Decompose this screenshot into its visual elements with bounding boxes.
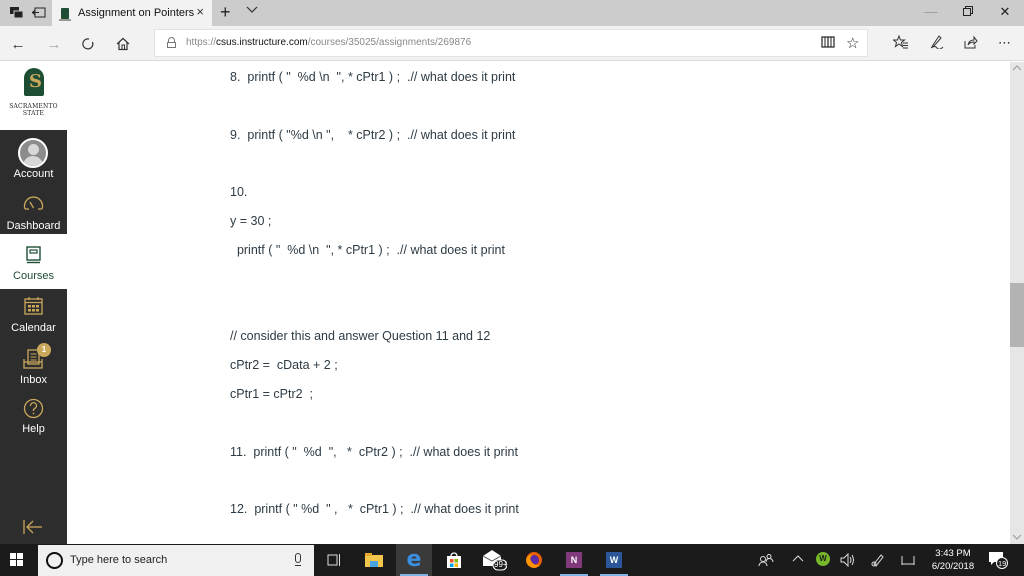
sidebar-item-account[interactable]: Account <box>0 132 67 184</box>
address-bar[interactable]: https://csus.instructure.com/courses/350… <box>154 29 868 57</box>
mail-icon[interactable]: 99+ <box>476 544 512 576</box>
calendar-icon <box>24 297 43 315</box>
back-button[interactable]: ← <box>8 34 28 54</box>
reading-view-icon[interactable] <box>821 35 835 52</box>
site-favicon <box>59 7 71 21</box>
sidebar-item-inbox[interactable]: 1 Inbox <box>0 342 67 394</box>
avatar <box>18 138 48 168</box>
sac-state-logo[interactable]: S SACRAMENTO STATE <box>0 62 67 130</box>
close-window-button[interactable]: ✕ <box>995 4 1015 20</box>
action-center-icon[interactable]: 19 <box>988 551 1008 569</box>
sidebar-item-label: Help <box>22 423 45 435</box>
tab-close-icon[interactable]: × <box>196 4 204 19</box>
start-windows-icon[interactable] <box>10 553 24 567</box>
question-10-number: 10. <box>230 185 248 199</box>
maximize-button[interactable] <box>958 4 978 19</box>
dashboard-gauge-icon <box>23 196 44 210</box>
more-icon[interactable]: ⋯ <box>998 35 1011 51</box>
onenote-icon[interactable]: N <box>556 544 592 576</box>
browser-nav-bar: ← → https://csus.instructure.com/courses… <box>0 26 1024 61</box>
sidebar-item-label: Dashboard <box>6 220 61 232</box>
taskbar-search-box[interactable]: Type here to search <box>38 545 314 576</box>
question-10: printf ( " %d \n ", * cPtr1 ) ; .// what… <box>230 243 505 257</box>
people-icon[interactable] <box>758 553 774 570</box>
sidebar-item-dashboard[interactable]: Dashboard <box>0 184 67 234</box>
new-tab-button[interactable]: + <box>220 2 231 23</box>
code-line: cPtr2 = cData + 2 ; <box>230 358 338 372</box>
clock-date: 6/20/2018 <box>931 561 975 572</box>
firefox-icon[interactable] <box>516 544 552 576</box>
forward-button[interactable]: → <box>44 34 64 54</box>
active-tab[interactable]: Assignment on Pointers × <box>52 0 212 26</box>
system-clock[interactable]: 3:43 PM 6/20/2018 <box>925 547 981 573</box>
scroll-thumb[interactable] <box>1010 283 1024 347</box>
assignment-content: 8. printf ( " %d \n ", * cPtr1 ) ; .// w… <box>67 62 1009 544</box>
courses-book-icon <box>26 246 41 264</box>
help-question-icon <box>23 398 44 419</box>
url-text[interactable]: https://csus.instructure.com/courses/350… <box>186 37 471 48</box>
clock-time: 3:43 PM <box>935 548 971 559</box>
scroll-down-icon[interactable] <box>1010 533 1024 542</box>
question-9: 9. printf ( "%d \n ", * cPtr2 ) ; .// wh… <box>230 128 516 142</box>
favorite-star-icon[interactable]: ☆ <box>846 34 859 52</box>
question-11: 11. printf ( " %d ", * cPtr2 ) ; .// wha… <box>230 445 518 459</box>
tab-title: Assignment on Pointers <box>78 7 195 19</box>
sidebar-item-label: Calendar <box>11 322 56 334</box>
tab-preview-chevron-icon[interactable] <box>246 5 258 17</box>
share-icon[interactable] <box>964 35 978 52</box>
microsoft-store-icon[interactable] <box>436 544 472 576</box>
file-explorer-icon[interactable] <box>356 544 392 576</box>
question-8: 8. printf ( " %d \n ", * cPtr1 ) ; .// w… <box>230 70 516 84</box>
sidebar-item-courses[interactable]: Courses <box>0 234 67 289</box>
word-icon[interactable]: W <box>596 544 632 576</box>
collapse-nav-icon[interactable] <box>23 520 43 539</box>
favorites-hub-icon[interactable] <box>892 34 909 52</box>
sidebar-item-calendar[interactable]: Calendar <box>0 292 67 342</box>
mail-unread-badge: 99+ <box>494 560 508 569</box>
instruction-comment: // consider this and answer Question 11 … <box>230 329 491 343</box>
cortana-icon[interactable] <box>46 552 63 569</box>
sidebar-item-label: Inbox <box>20 374 47 386</box>
microphone-icon[interactable] <box>294 553 302 570</box>
sidebar-item-label: Account <box>13 168 54 180</box>
touch-keyboard-icon[interactable] <box>901 553 915 570</box>
notification-count: 19 <box>998 559 1007 568</box>
code-line: cPtr1 = cPtr2 ; <box>230 387 314 401</box>
pen-workspace-icon[interactable] <box>871 553 885 570</box>
logo-text-line1: SACRAMENTO <box>9 103 58 110</box>
volume-icon[interactable] <box>840 552 856 570</box>
lock-icon <box>167 37 176 48</box>
sidebar-item-label: Courses <box>13 270 54 282</box>
refresh-button[interactable] <box>78 34 98 54</box>
show-hidden-icons-chevron[interactable] <box>792 553 804 565</box>
task-view-icon[interactable] <box>316 544 352 576</box>
home-button[interactable] <box>113 34 133 54</box>
tab-actions-icon[interactable] <box>9 5 25 21</box>
inbox-unread-badge: 1 <box>37 343 51 357</box>
question-12: 12. printf ( " %d " , * cPtr1 ) ; .// wh… <box>230 502 519 516</box>
scroll-up-icon[interactable] <box>1010 64 1024 73</box>
windows-taskbar: Type here to search e 99+ N W W 3:43 PM … <box>0 544 1024 576</box>
code-line: y = 30 ; <box>230 214 272 228</box>
edge-browser-icon[interactable]: e <box>396 544 432 576</box>
logo-text-line2: STATE <box>22 110 45 117</box>
set-aside-tabs-icon[interactable] <box>31 5 47 21</box>
web-notes-icon[interactable] <box>930 35 944 52</box>
logo-shield-icon: S <box>24 68 44 96</box>
browser-title-bar: Assignment on Pointers × + — ✕ <box>0 0 1024 26</box>
search-placeholder: Type here to search <box>70 554 168 566</box>
tray-app-icon[interactable]: W <box>816 552 830 566</box>
sidebar-item-help[interactable]: Help <box>0 394 67 444</box>
global-navigation: S SACRAMENTO STATE Account Dashboard Cou… <box>0 62 67 544</box>
minimize-button[interactable]: — <box>921 4 941 19</box>
page-scrollbar[interactable] <box>1010 62 1024 544</box>
